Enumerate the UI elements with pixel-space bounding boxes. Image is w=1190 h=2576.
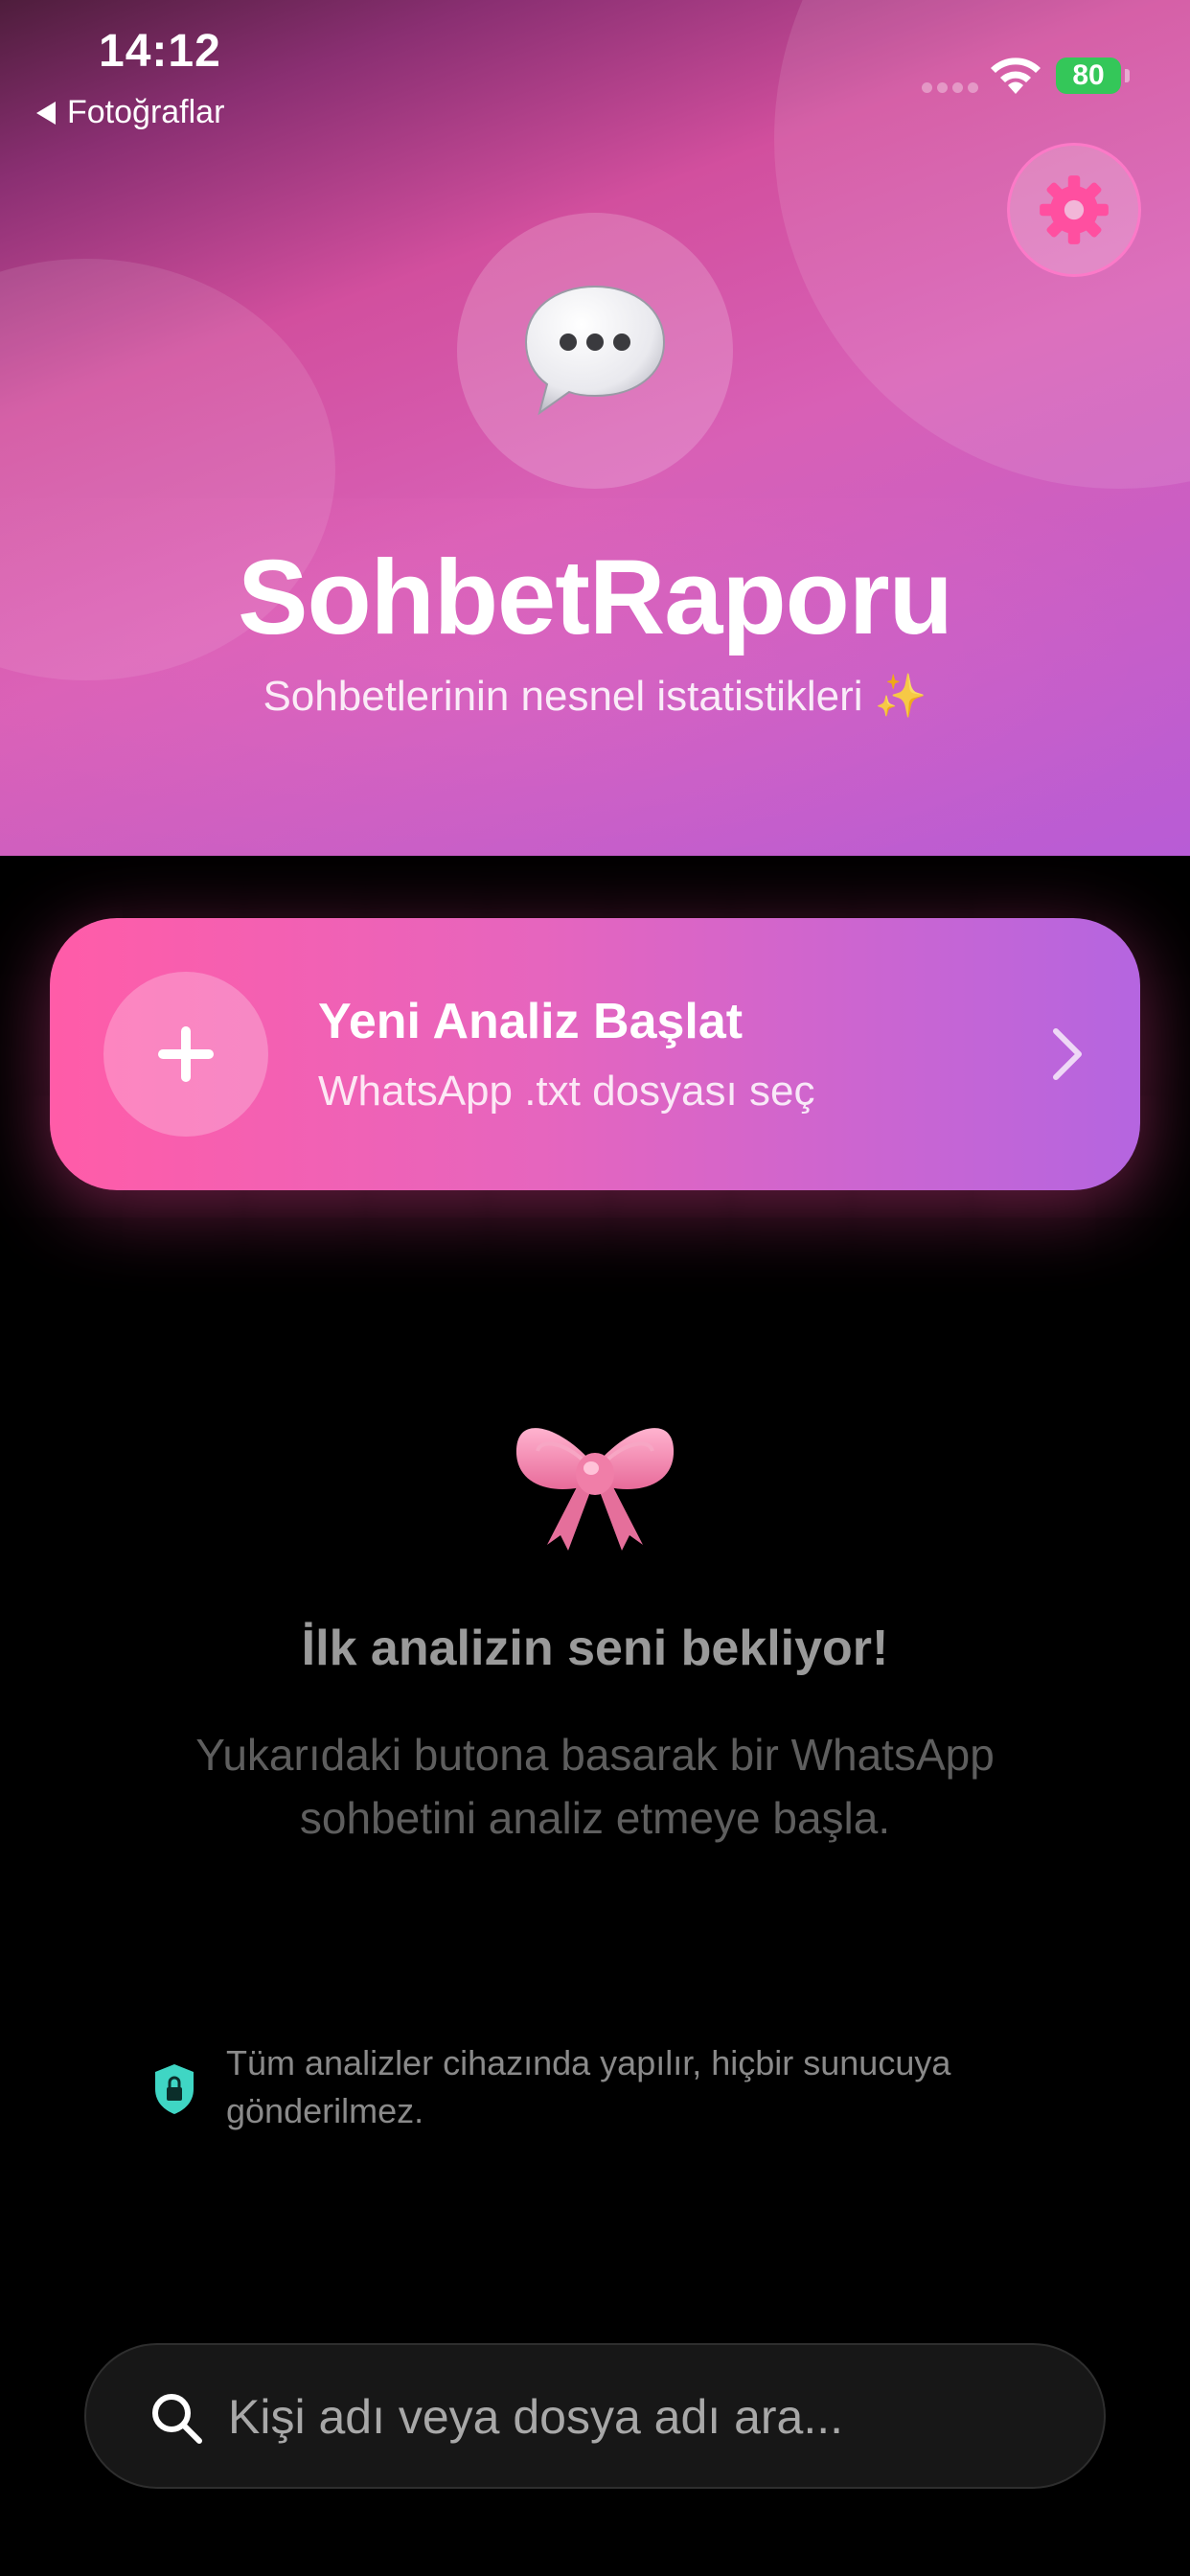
- battery-nub: [1125, 69, 1130, 82]
- wifi-icon: [991, 58, 1041, 94]
- app-subtitle: Sohbetlerinin nesnel istatistikleri ✨: [263, 673, 927, 720]
- search-input[interactable]: [228, 2374, 1052, 2460]
- search-bar[interactable]: [84, 2343, 1106, 2489]
- lock-shield-icon: [155, 2064, 194, 2114]
- back-arrow-icon: [36, 101, 56, 125]
- privacy-notice: Tüm analizler cihazında yapılır, hiçbir …: [226, 2043, 951, 2130]
- empty-state-title: İlk analizin seni bekliyor!: [301, 1621, 889, 1676]
- new-analysis-button[interactable]: Yeni Analiz Başlat WhatsApp .txt dosyası…: [50, 918, 1140, 1190]
- speech-bubble-icon: [524, 285, 666, 416]
- chevron-right-icon: [1053, 1028, 1082, 1080]
- app-logo: [457, 213, 733, 489]
- plus-icon-circle: [103, 972, 268, 1137]
- battery-icon: 80: [1056, 58, 1121, 94]
- back-to-photos-link[interactable]: Fotoğraflar: [36, 94, 224, 131]
- status-time: 14:12: [99, 26, 221, 77]
- cellular-signal-icon: [922, 82, 978, 93]
- search-icon: [152, 2394, 202, 2444]
- settings-button[interactable]: [1007, 143, 1141, 277]
- app-title: SohbetRaporu: [238, 539, 953, 656]
- plus-icon: [158, 1026, 214, 1082]
- empty-state-description: Yukarıdaki butona basarak bir WhatsApp s…: [195, 1730, 995, 1843]
- new-analysis-subtitle: WhatsApp .txt dosyası seç: [318, 1068, 815, 1115]
- gear-icon: [1040, 175, 1109, 244]
- header: 14:12 Fotoğraflar 80 SohbetRaporu Sohbet…: [0, 0, 1190, 856]
- back-label: Fotoğraflar: [67, 94, 225, 130]
- new-analysis-title: Yeni Analiz Başlat: [318, 994, 744, 1049]
- ribbon-bow-icon: [515, 1428, 675, 1551]
- battery-level: 80: [1072, 59, 1105, 91]
